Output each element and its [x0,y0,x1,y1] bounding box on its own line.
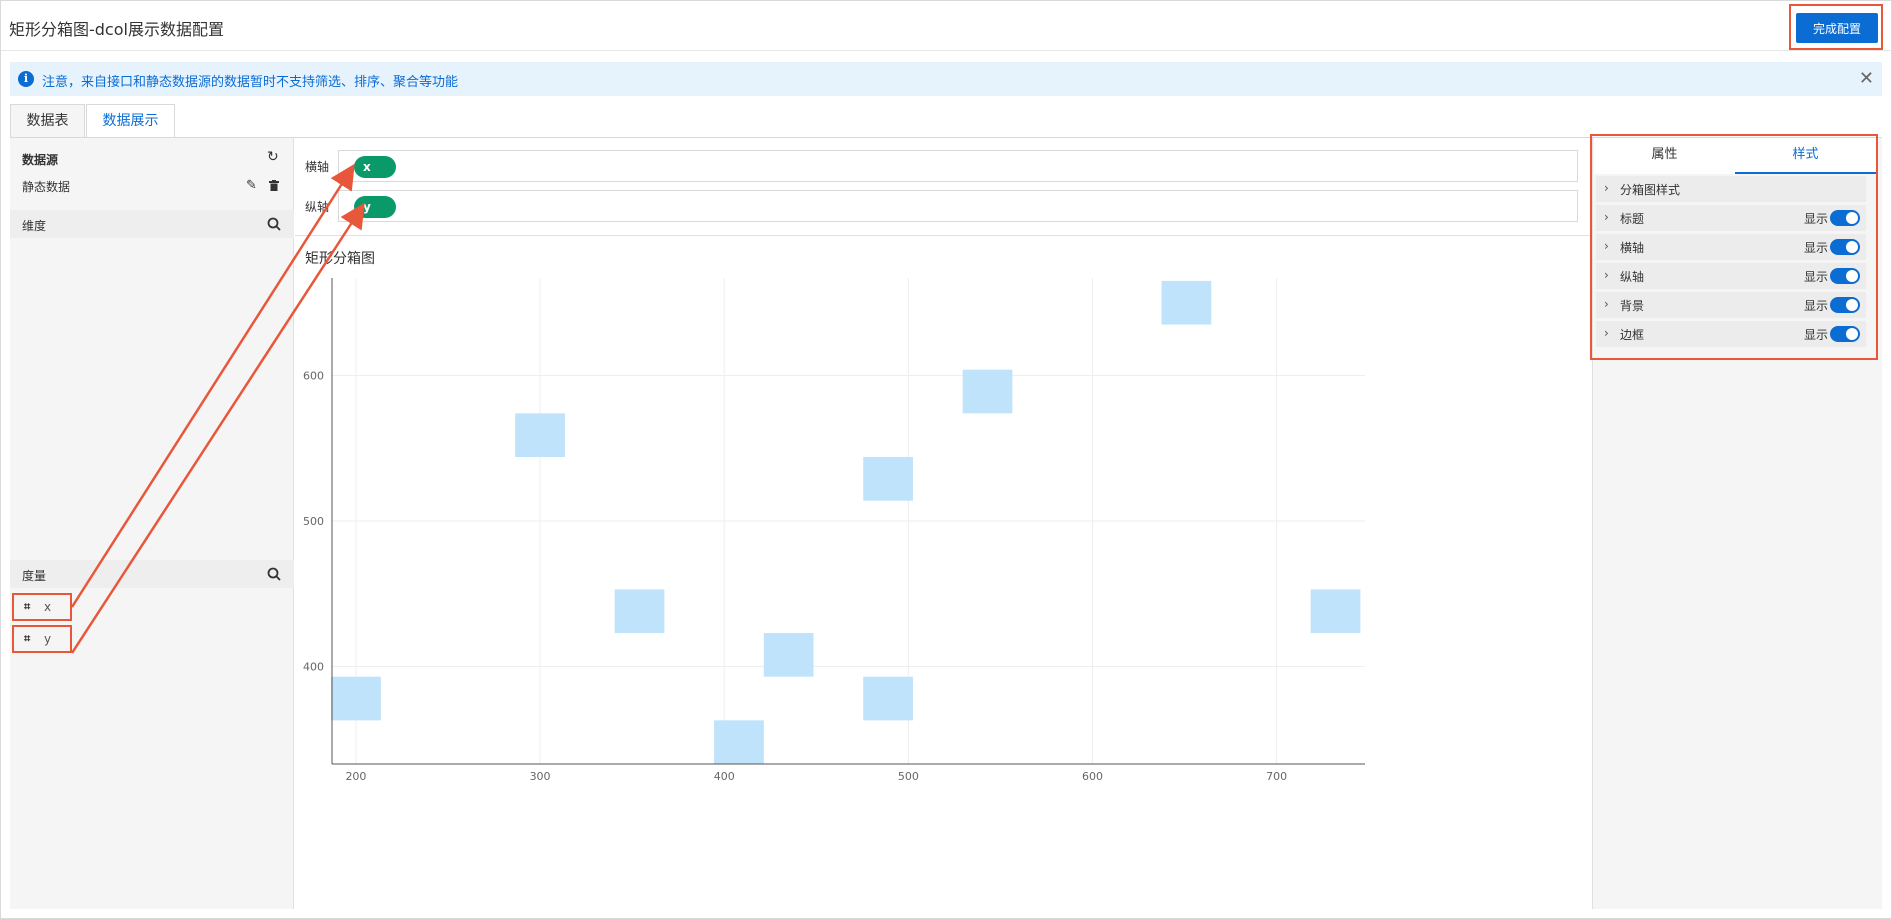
y-axis-dropzone[interactable]: y [338,190,1578,222]
bin-rect[interactable] [1161,280,1212,325]
x-tick-label: 200 [345,770,366,783]
bin-rect[interactable] [614,589,665,634]
bin-rect[interactable] [763,633,814,677]
done-config-button[interactable]: 完成配置 [1796,13,1878,43]
x-tick-label: 400 [714,770,735,783]
bin-rect[interactable] [1310,589,1361,634]
tab-data-display[interactable]: 数据展示 [86,104,175,138]
delete-icon[interactable] [269,180,279,191]
bin-rect[interactable] [962,369,1013,414]
close-icon[interactable]: ✕ [1859,68,1874,89]
y-field-pill[interactable]: y [354,196,396,218]
left-panel: 数据源 ↻ 静态数据 ✎ 维度 度量 ⌗ x ⌗ y [10,138,294,909]
dimension-label: 维度 [22,219,47,233]
number-type-icon: ⌗ [24,600,31,613]
y-tick-label: 400 [303,661,324,674]
measure-label: 度量 [22,569,47,583]
refresh-icon[interactable]: ↻ [267,149,279,165]
field-name: y [44,632,52,646]
x-field-pill[interactable]: x [354,156,396,178]
measure-section: 度量 [10,560,294,588]
info-icon: i [18,71,34,87]
datasource-value[interactable]: 静态数据 [22,178,70,195]
measure-field-y[interactable]: ⌗ y [12,625,72,653]
bin-rect[interactable] [863,456,913,501]
bin-rect[interactable] [331,676,381,721]
bin-rect[interactable] [863,676,913,721]
x-tick-label: 600 [1082,770,1103,783]
done-button-highlight: 完成配置 [1789,4,1883,50]
datasource-label: 数据源 [22,153,59,167]
header: 矩形分箱图-dcol展示数据配置 完成配置 [1,1,1891,51]
y-tick-label: 500 [303,515,324,528]
notice-text: 注意，来自接口和静态数据源的数据暂时不支持筛选、排序、聚合等功能 [42,75,459,90]
field-name: x [44,600,52,614]
center-panel: 横轴 x 纵轴 y 矩形分箱图 200 300 400 500 600 700 400 500… [295,138,1592,909]
notice-bar: i 注意，来自接口和静态数据源的数据暂时不支持筛选、排序、聚合等功能 ✕ [10,62,1882,96]
measure-field-x[interactable]: ⌗ x [12,593,72,621]
x-tick-label: 500 [898,770,919,783]
search-icon[interactable] [267,567,281,585]
x-axis-dropzone[interactable]: x [338,150,1578,182]
x-tick-label: 700 [1266,770,1287,783]
search-icon[interactable] [267,217,281,235]
number-type-icon: ⌗ [24,632,31,645]
tab-data-table[interactable]: 数据表 [10,104,85,138]
rect-bin-chart: 200 300 400 500 600 700 400 500 600 [303,278,1365,783]
page-title: 矩形分箱图-dcol展示数据配置 [9,20,224,39]
chart-area: 矩形分箱图 200 300 400 500 600 700 400 500 600 [295,235,1592,909]
bin-rect[interactable] [515,413,565,457]
x-tick-label: 300 [530,770,551,783]
edit-icon[interactable]: ✎ [246,178,257,193]
x-axis-row-label: 横轴 [305,160,330,174]
y-axis-row-label: 纵轴 [305,200,330,214]
y-tick-label: 600 [303,369,324,382]
style-panel-highlight [1590,134,1878,360]
bin-rect[interactable] [714,720,764,764]
dimension-section: 维度 [10,210,294,238]
